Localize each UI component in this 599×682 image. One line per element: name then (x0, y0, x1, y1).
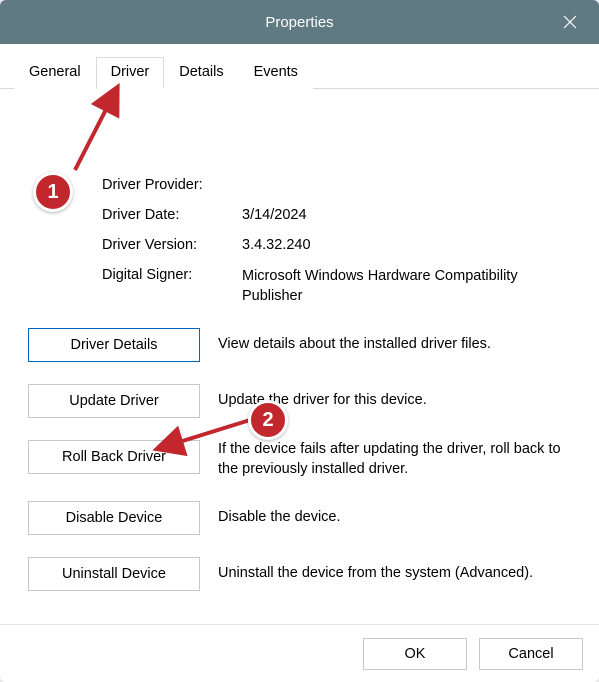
close-button[interactable] (541, 0, 599, 44)
tab-content: Driver Provider: Driver Date: 3/14/2024 … (0, 89, 599, 624)
roll-back-driver-desc: If the device fails after updating the d… (218, 440, 575, 479)
tab-general[interactable]: General (14, 57, 96, 89)
close-icon (563, 15, 577, 29)
cancel-button[interactable]: Cancel (479, 638, 583, 670)
digital-signer-label: Digital Signer: (102, 267, 242, 306)
driver-version-value: 3.4.32.240 (242, 237, 575, 253)
roll-back-driver-button[interactable]: Roll Back Driver (28, 440, 200, 474)
driver-provider-label: Driver Provider: (102, 177, 242, 193)
driver-date-value: 3/14/2024 (242, 207, 575, 223)
properties-window: Properties General Driver Details Events… (0, 0, 599, 682)
driver-provider-value (242, 177, 575, 193)
uninstall-device-button[interactable]: Uninstall Device (28, 557, 200, 591)
update-driver-button[interactable]: Update Driver (28, 384, 200, 418)
disable-device-button[interactable]: Disable Device (28, 501, 200, 535)
digital-signer-value: Microsoft Windows Hardware Compatibility… (242, 267, 575, 306)
dialog-footer: OK Cancel (0, 624, 599, 682)
driver-info: Driver Provider: Driver Date: 3/14/2024 … (102, 177, 575, 306)
annotation-marker-1: 1 (33, 172, 73, 212)
tab-events[interactable]: Events (239, 57, 313, 89)
disable-device-desc: Disable the device. (218, 508, 575, 528)
tab-details[interactable]: Details (164, 57, 238, 89)
annotation-marker-2: 2 (248, 400, 288, 440)
driver-date-label: Driver Date: (102, 207, 242, 223)
ok-button[interactable]: OK (363, 638, 467, 670)
driver-version-label: Driver Version: (102, 237, 242, 253)
driver-details-desc: View details about the installed driver … (218, 335, 575, 355)
tab-driver[interactable]: Driver (96, 57, 165, 89)
uninstall-device-desc: Uninstall the device from the system (Ad… (218, 564, 575, 584)
titlebar: Properties (0, 0, 599, 44)
driver-details-button[interactable]: Driver Details (28, 328, 200, 362)
tab-strip: General Driver Details Events (0, 44, 599, 89)
driver-actions: Driver Details View details about the in… (28, 328, 575, 591)
window-title: Properties (265, 14, 333, 31)
